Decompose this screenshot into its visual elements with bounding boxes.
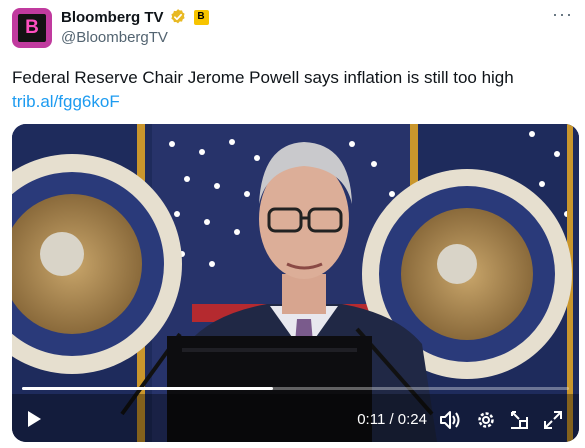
volume-icon[interactable] [439,410,461,430]
tweet-link[interactable]: trib.al/fgg6koF [12,90,120,113]
display-name[interactable]: Bloomberg TV [61,9,164,26]
author-name-row: Bloomberg TV B [61,8,209,26]
picture-in-picture-icon[interactable] [509,410,529,430]
avatar-letter: B [18,14,46,42]
video-player[interactable]: 0:11 / 0:24 [12,124,579,442]
verified-badge-icon [170,9,185,24]
affiliate-badge-letter: B [197,11,205,22]
video-controls: 0:11 / 0:24 [12,398,579,442]
more-options-icon[interactable]: ··· [552,4,573,25]
video-time: 0:11 / 0:24 [357,411,427,428]
affiliate-badge-icon: B [193,9,209,25]
tweet-text: Federal Reserve Chair Jerome Powell says… [12,68,514,87]
fullscreen-icon[interactable] [543,410,563,430]
video-frame [12,124,579,442]
progress-fill [22,387,273,390]
progress-bar[interactable] [22,387,569,390]
play-icon[interactable] [26,410,42,428]
settings-gear-icon[interactable] [476,410,496,430]
author-handle[interactable]: @BloombergTV [61,29,168,46]
avatar[interactable]: B [12,8,52,48]
